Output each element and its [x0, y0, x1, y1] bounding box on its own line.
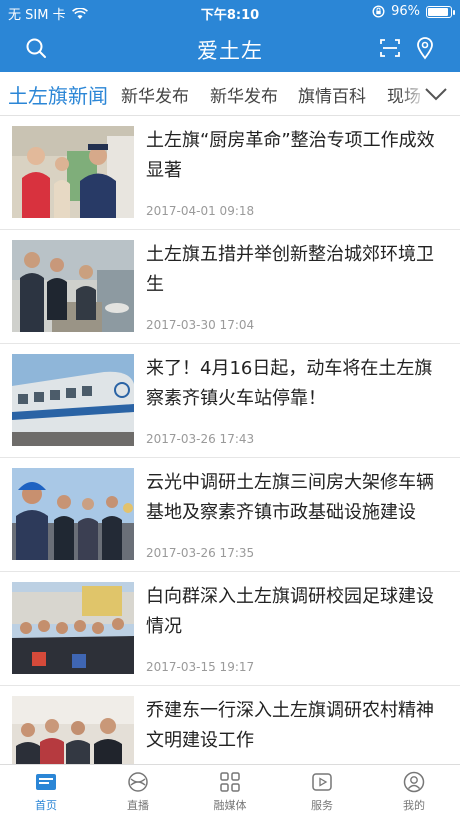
tab-qiqing-encyclopedia[interactable]: 旗情百科 — [298, 82, 366, 107]
bottom-nav: 首页 直播 融媒体 服务 我的 — [0, 764, 460, 818]
news-date: 2017-04-01 09:18 — [146, 204, 255, 218]
news-date: 2017-03-30 17:04 — [146, 318, 255, 332]
tab-tuzuoqi-news[interactable]: 土左旗新闻 — [8, 80, 108, 109]
nav-service[interactable]: 服务 — [276, 771, 368, 815]
news-thumbnail — [12, 354, 134, 446]
tab-xinhua-release-2[interactable]: 新华发布 — [210, 82, 278, 107]
category-tabs: 土左旗新闻 新华发布 新华发布 旗情百科 现场 — [0, 72, 460, 116]
news-title: 云光中调研土左旗三间房大架修车辆基地及察素齐镇市政基础设施建设 — [146, 472, 434, 523]
news-item[interactable]: 云光中调研土左旗三间房大架修车辆基地及察素齐镇市政基础设施建设 2017-03-… — [0, 458, 460, 572]
news-thumbnail — [12, 126, 134, 218]
nav-service-label: 服务 — [311, 799, 333, 812]
battery-icon — [426, 5, 455, 18]
profile-icon — [403, 771, 425, 793]
nav-profile[interactable]: 我的 — [368, 771, 460, 815]
nav-bar: 爱土左 — [0, 24, 460, 72]
news-thumbnail — [12, 468, 134, 560]
news-item[interactable]: 乔建东一行深入土左旗调研农村精神文明建设工作 — [0, 686, 460, 764]
nav-live-label: 直播 — [127, 799, 149, 812]
location-icon[interactable] — [413, 36, 437, 60]
nav-home[interactable]: 首页 — [0, 771, 92, 815]
news-thumbnail — [12, 582, 134, 674]
news-date: 2017-03-15 19:17 — [146, 660, 255, 674]
news-item[interactable]: 土左旗五措并举创新整治城郊环境卫生 2017-03-30 17:04 — [0, 230, 460, 344]
chevron-down-icon[interactable] — [424, 84, 448, 104]
nav-home-label: 首页 — [35, 799, 57, 812]
home-icon — [36, 774, 56, 790]
news-title: 乔建东一行深入土左旗调研农村精神文明建设工作 — [146, 700, 434, 751]
tab-xinhua-release[interactable]: 新华发布 — [121, 82, 189, 107]
scan-icon[interactable] — [378, 36, 402, 60]
news-date: 2017-03-26 17:35 — [146, 546, 255, 560]
nav-live[interactable]: 直播 — [92, 771, 184, 815]
news-thumbnail — [12, 240, 134, 332]
live-icon — [128, 772, 148, 792]
orientation-lock-icon — [372, 5, 385, 18]
news-item[interactable]: 土左旗“厨房革命”整治专项工作成效显著 2017-04-01 09:18 — [0, 116, 460, 230]
news-list: 土左旗“厨房革命”整治专项工作成效显著 2017-04-01 09:18 土左旗… — [0, 116, 460, 764]
media-grid-icon — [220, 772, 240, 792]
nav-profile-label: 我的 — [403, 799, 425, 812]
news-title: 土左旗“厨房革命”整治专项工作成效显著 — [146, 130, 435, 181]
news-title: 来了！4月16日起，动车将在土左旗察素齐镇火车站停靠！ — [146, 358, 433, 409]
news-thumbnail — [12, 696, 134, 764]
service-play-icon — [312, 773, 332, 791]
top-bar: 无 SIM 卡 下午8:10 96% 爱土左 — [0, 0, 460, 72]
status-bar: 无 SIM 卡 下午8:10 96% — [0, 0, 460, 24]
news-item[interactable]: 来了！4月16日起，动车将在土左旗察素齐镇火车站停靠！ 2017-03-26 1… — [0, 344, 460, 458]
news-date: 2017-03-26 17:43 — [146, 432, 255, 446]
nav-media-label: 融媒体 — [213, 799, 247, 812]
news-title: 土左旗五措并举创新整治城郊环境卫生 — [146, 244, 434, 295]
battery-percent: 96% — [391, 4, 420, 19]
news-title: 白向群深入土左旗调研校园足球建设情况 — [146, 586, 434, 637]
nav-media[interactable]: 融媒体 — [184, 771, 276, 815]
news-item[interactable]: 白向群深入土左旗调研校园足球建设情况 2017-03-15 19:17 — [0, 572, 460, 686]
